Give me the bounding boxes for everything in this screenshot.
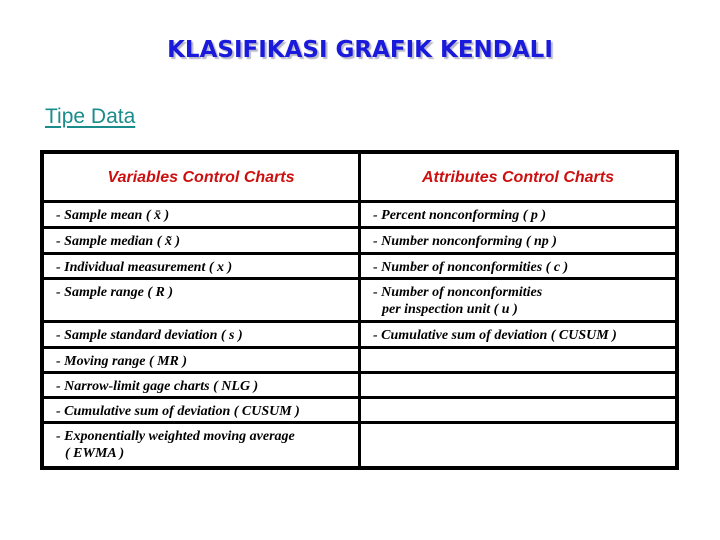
attributes-cell-line2: per inspection unit ( u ) — [382, 302, 518, 317]
variables-cell-line2: ( EWMA ) — [65, 446, 125, 461]
attributes-cell-empty — [358, 396, 679, 424]
variables-cell: - Cumulative sum of deviation ( CUSUM ) — [40, 396, 361, 424]
table-header-row: Variables Control Charts Attributes Cont… — [40, 150, 679, 203]
variables-cell: - Narrow-limit gage charts ( NLG ) — [40, 371, 361, 399]
attributes-cell-empty — [358, 421, 679, 470]
attributes-cell: - Number of nonconformities per inspecti… — [358, 277, 679, 323]
attributes-cell: - Number nonconforming ( np ) — [358, 226, 679, 255]
attributes-cell: - Number of nonconformities ( c ) — [358, 252, 679, 280]
table-row: - Exponentially weighted moving average … — [40, 421, 679, 470]
variables-cell: - Exponentially weighted moving average … — [40, 421, 361, 470]
table-row: - Sample median ( x̃ ) - Number nonconfo… — [40, 226, 679, 255]
table-row: - Individual measurement ( x ) - Number … — [40, 252, 679, 280]
control-charts-table: Variables Control Charts Attributes Cont… — [40, 150, 679, 470]
table-row: - Moving range ( MR ) — [40, 346, 679, 374]
attributes-cell-empty — [358, 346, 679, 374]
variables-cell: - Individual measurement ( x ) — [40, 252, 361, 280]
variables-cell: - Sample range ( R ) — [40, 277, 361, 323]
attributes-cell-empty — [358, 371, 679, 399]
attributes-cell: - Percent nonconforming ( p ) — [358, 200, 679, 229]
table-row: - Sample mean ( x̄ ) - Percent nonconfor… — [40, 200, 679, 229]
page-title: KLASIFIKASI GRAFIK KENDALI — [167, 37, 553, 63]
variables-cell: - Sample mean ( x̄ ) — [40, 200, 361, 229]
table-row: - Sample range ( R ) - Number of nonconf… — [40, 277, 679, 323]
section-heading-tipe-data[interactable]: Tipe Data — [45, 105, 135, 129]
variables-cell: - Sample median ( x̃ ) — [40, 226, 361, 255]
attributes-cell: - Cumulative sum of deviation ( CUSUM ) — [358, 320, 679, 349]
table-row: - Narrow-limit gage charts ( NLG ) — [40, 371, 679, 399]
table-row: - Sample standard deviation ( s ) - Cumu… — [40, 320, 679, 349]
header-variables: Variables Control Charts — [40, 150, 361, 203]
table-row: - Cumulative sum of deviation ( CUSUM ) — [40, 396, 679, 424]
variables-cell: - Sample standard deviation ( s ) — [40, 320, 361, 349]
header-attributes: Attributes Control Charts — [358, 150, 679, 203]
variables-cell: - Moving range ( MR ) — [40, 346, 361, 374]
